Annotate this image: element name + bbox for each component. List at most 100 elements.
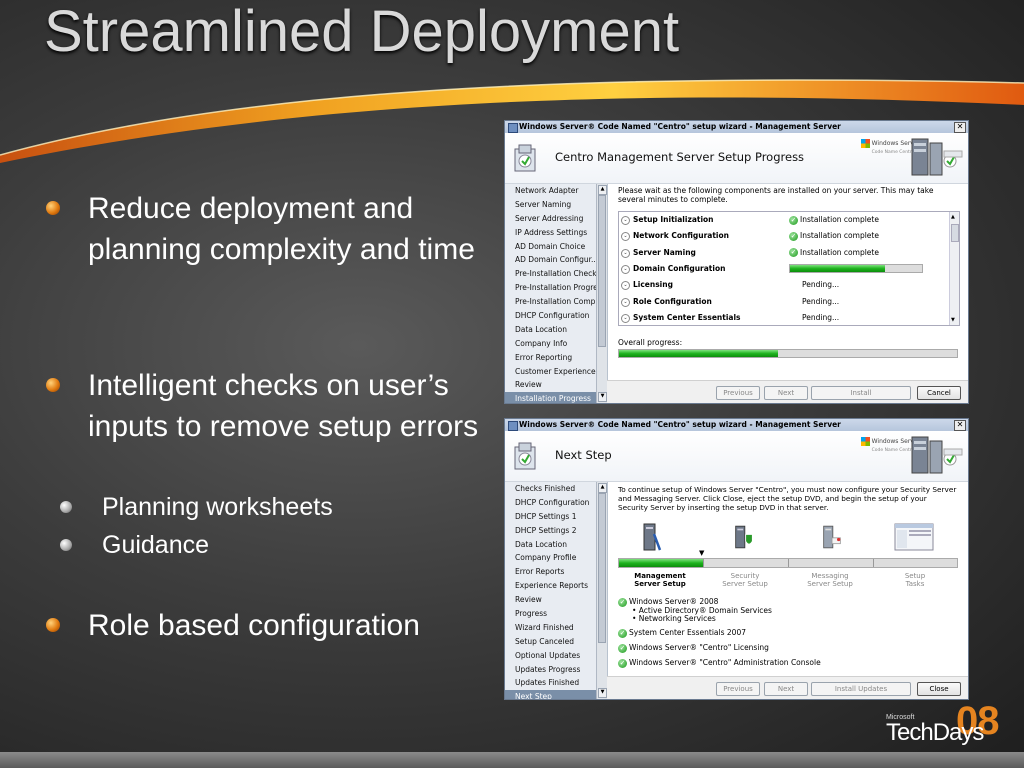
logo-techdays-text: TechDays xyxy=(886,719,984,746)
nav-item[interactable]: Review xyxy=(505,593,607,607)
installed-item: ✓ Windows Server® 2008 • Active Directory®… xyxy=(618,597,772,623)
component-row: ⌄ System Center Essentials Pending... xyxy=(619,310,949,327)
expand-chevron-icon[interactable]: ⌄ xyxy=(621,313,630,323)
scroll-up-icon[interactable]: ▲ xyxy=(598,185,607,195)
nav-item[interactable]: Server Addressing xyxy=(505,212,607,226)
installed-item: ✓ Windows Server® "Centro" Licensing xyxy=(618,643,769,653)
nav-item[interactable]: DHCP Configuration xyxy=(505,309,607,323)
expand-chevron-icon[interactable]: ⌄ xyxy=(621,248,630,258)
nav-scrollbar[interactable]: ▲ ▼ xyxy=(596,482,607,699)
previous-button[interactable]: Previous xyxy=(716,682,760,696)
nav-item[interactable]: Pre-Installation Progress xyxy=(505,281,607,295)
nav-item[interactable]: Company Profile xyxy=(505,551,607,565)
component-row: ⌄ Network Configuration ✓ Installation comp… xyxy=(619,228,949,245)
expand-chevron-icon[interactable]: ⌄ xyxy=(621,297,630,307)
windows-flag-icon xyxy=(860,437,870,446)
nav-item[interactable]: Error Reporting xyxy=(505,351,607,365)
nav-item[interactable]: Pre-Installation Checks xyxy=(505,267,607,281)
nav-item[interactable]: Setup Canceled xyxy=(505,635,607,649)
check-icon: ✓ xyxy=(618,658,627,668)
nav-item[interactable]: DHCP Settings 2 xyxy=(505,524,607,538)
check-icon: ✓ xyxy=(618,628,627,638)
scroll-down-icon[interactable]: ▼ xyxy=(598,392,607,402)
nav-item[interactable]: DHCP Settings 1 xyxy=(505,510,607,524)
sub-bullet-dot-icon xyxy=(60,539,72,551)
nav-item[interactable]: Network Adapter xyxy=(505,184,607,198)
nav-item[interactable]: Data Location xyxy=(505,323,607,337)
next-button[interactable]: Next xyxy=(764,682,808,696)
scrollbar-thumb[interactable] xyxy=(598,195,606,347)
setup-tasks-icon xyxy=(894,523,934,551)
install-updates-button[interactable]: Install Updates xyxy=(811,682,911,696)
nav-item[interactable]: Company Info xyxy=(505,337,607,351)
nav-item[interactable]: Updates Finished xyxy=(505,676,607,690)
nav-item[interactable]: AD Domain Configur... xyxy=(505,253,607,267)
windows-flag-icon xyxy=(860,139,870,148)
component-list-scrollbar[interactable]: ▲ ▼ xyxy=(949,212,959,325)
component-status: Pending... xyxy=(802,310,839,327)
nav-item[interactable]: Wizard Finished xyxy=(505,621,607,635)
check-icon: ✓ xyxy=(789,248,798,258)
nav-item[interactable]: AD Domain Choice xyxy=(505,240,607,254)
nav-item[interactable]: Data Location xyxy=(505,538,607,552)
component-progress-fill xyxy=(790,264,886,272)
scroll-up-icon[interactable]: ▲ xyxy=(598,483,607,493)
step-label: Management Server Setup xyxy=(620,572,700,588)
expand-chevron-icon[interactable]: ⌄ xyxy=(621,264,630,274)
nav-item[interactable]: Checks Finished xyxy=(505,482,607,496)
wizard-page-title: Centro Management Server Setup Progress xyxy=(555,150,805,164)
installed-item: ✓ Windows Server® "Centro" Administration… xyxy=(618,658,821,668)
intro-text: Please wait as the following components … xyxy=(618,186,934,204)
step-label-line: Tasks xyxy=(905,580,925,588)
close-button[interactable]: Close xyxy=(917,682,961,696)
sub-bullet-text: Planning worksheets xyxy=(102,493,333,521)
nav-item[interactable]: Optional Updates xyxy=(505,649,607,663)
component-status: Pending... xyxy=(802,277,839,294)
sub-bullet-text: Guidance xyxy=(102,531,210,559)
scroll-down-icon[interactable]: ▼ xyxy=(598,688,607,698)
installed-item-text: Windows Server® 2008 xyxy=(629,597,719,606)
install-button[interactable]: Install xyxy=(811,386,911,400)
component-name: Domain Configuration xyxy=(633,263,726,273)
bullet-dot-icon xyxy=(46,378,60,392)
expand-chevron-icon[interactable]: ⌄ xyxy=(621,216,630,225)
nav-item[interactable]: DHCP Configuration xyxy=(505,496,607,510)
close-icon[interactable]: ✕ xyxy=(954,122,966,133)
component-row: ⌄ Role Configuration Pending... xyxy=(619,294,949,311)
nav-item[interactable]: IP Address Settings xyxy=(505,226,607,240)
cancel-button[interactable]: Cancel xyxy=(917,386,961,400)
component-name: Setup Initialization xyxy=(633,215,714,224)
bullet-dot-icon xyxy=(46,201,60,215)
nav-item[interactable]: Pre-Installation Complet xyxy=(505,295,607,309)
server-illustration-icon xyxy=(911,138,963,176)
next-step-window: Windows Server® Code Named "Centro" setu… xyxy=(504,418,969,700)
nav-scrollbar[interactable]: ▲ ▼ xyxy=(596,184,607,403)
nav-item[interactable]: Installation Progress xyxy=(505,392,607,403)
bullet-item: Intelligent checks on user’s inputs to r… xyxy=(44,365,484,447)
close-icon[interactable]: ✕ xyxy=(954,420,966,431)
nav-item[interactable]: Error Reports xyxy=(505,565,607,579)
scrollbar-thumb[interactable] xyxy=(598,493,606,643)
bullet-text: Intelligent checks on user’s inputs to r… xyxy=(88,369,479,443)
expand-chevron-icon[interactable]: ⌄ xyxy=(621,281,630,291)
sub-bullet-dot-icon xyxy=(60,501,72,513)
step-label-line: Management xyxy=(634,572,686,580)
step-label: Setup Tasks xyxy=(875,572,955,588)
overall-progress-bar xyxy=(618,349,958,358)
nav-item[interactable]: Experience Reports xyxy=(505,579,607,593)
nav-item[interactable]: Updates Progress xyxy=(505,663,607,677)
scroll-up-icon[interactable]: ▲ xyxy=(951,214,955,220)
expand-chevron-icon[interactable]: ⌄ xyxy=(621,232,630,242)
step-label-line: Server Setup xyxy=(634,580,686,588)
next-button[interactable]: Next xyxy=(764,386,808,400)
nav-item[interactable]: Progress xyxy=(505,607,607,621)
nav-item[interactable]: Next Step xyxy=(505,690,607,699)
nav-item[interactable]: Review xyxy=(505,378,607,392)
nav-item[interactable]: Customer Experience xyxy=(505,365,607,379)
previous-button[interactable]: Previous xyxy=(716,386,760,400)
setup-wizard-icon xyxy=(514,144,536,172)
scrollbar-thumb[interactable] xyxy=(951,224,959,242)
scroll-down-icon[interactable]: ▼ xyxy=(951,317,955,323)
component-status: ✓ Installation complete xyxy=(789,212,879,229)
nav-item[interactable]: Server Naming xyxy=(505,198,607,212)
